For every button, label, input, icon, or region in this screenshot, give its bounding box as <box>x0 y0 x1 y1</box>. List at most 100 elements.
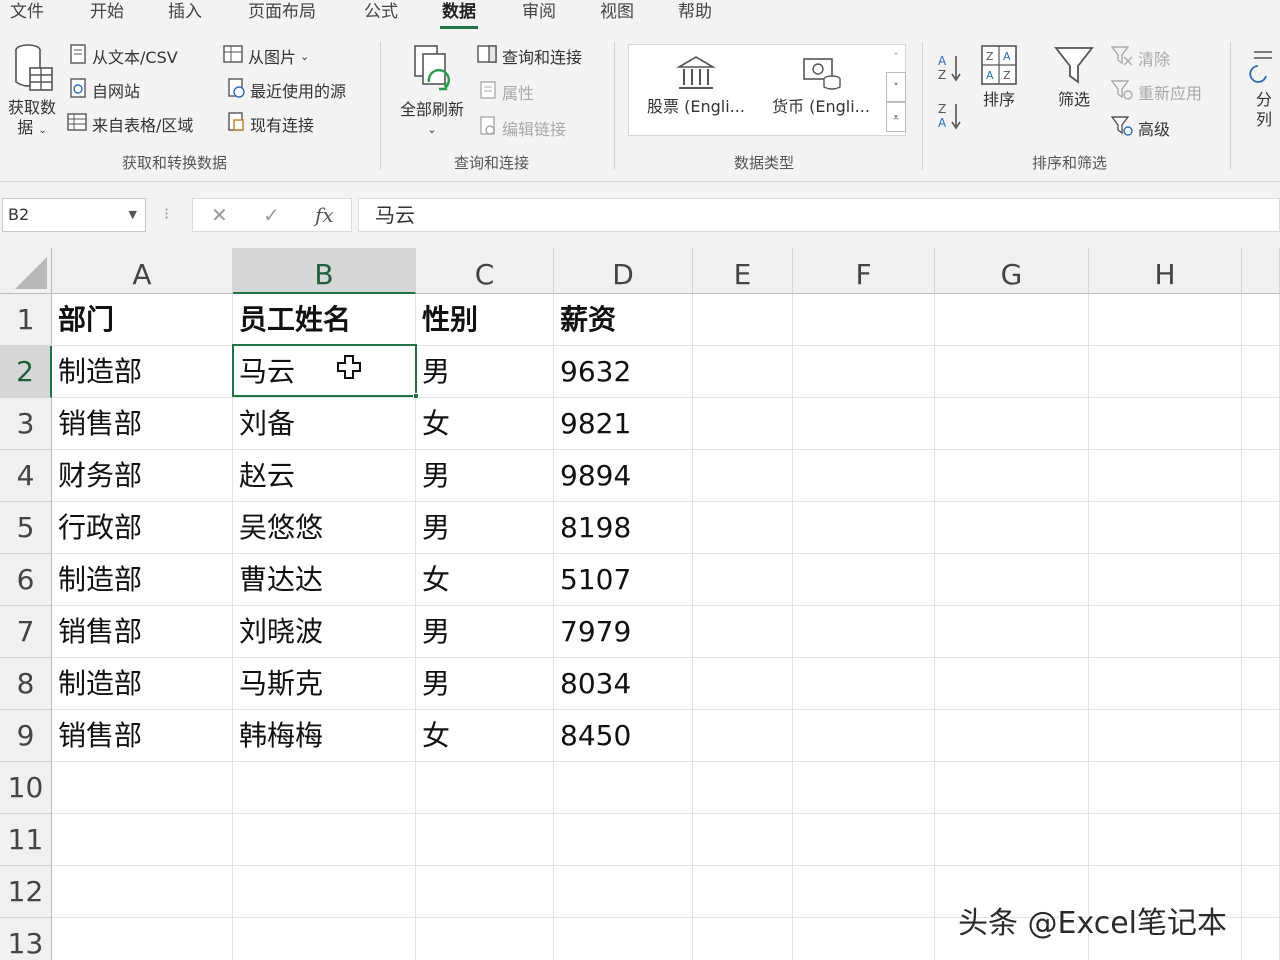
header-cell[interactable]: 薪资 <box>554 294 693 346</box>
cancel-icon[interactable]: ✕ <box>211 203 228 227</box>
table-cell[interactable]: 马云 <box>233 346 416 398</box>
stocks-button[interactable]: 股票 (Engli... <box>641 53 751 117</box>
empty-cell[interactable] <box>1089 346 1242 398</box>
row-header[interactable]: 1 <box>0 294 52 346</box>
from-web-button[interactable]: 自网站 <box>68 78 140 102</box>
table-cell[interactable]: 女 <box>416 554 554 606</box>
row-header[interactable]: 7 <box>0 606 52 658</box>
table-cell[interactable]: 女 <box>416 398 554 450</box>
empty-cell[interactable] <box>935 710 1089 762</box>
table-cell[interactable]: 男 <box>416 606 554 658</box>
empty-cell[interactable] <box>233 918 416 960</box>
table-cell[interactable]: 吴悠悠 <box>233 502 416 554</box>
tab-data[interactable]: 数据 <box>440 0 478 30</box>
empty-cell[interactable] <box>1242 918 1280 960</box>
row-header[interactable]: 12 <box>0 866 52 918</box>
empty-cell[interactable] <box>693 658 793 710</box>
from-picture-button[interactable]: 从图片 ⌄ <box>222 44 309 68</box>
empty-cell[interactable] <box>1242 502 1280 554</box>
table-cell[interactable]: 7979 <box>554 606 693 658</box>
column-header[interactable]: E <box>693 248 793 294</box>
empty-cell[interactable] <box>693 450 793 502</box>
column-header[interactable] <box>1242 248 1280 294</box>
empty-cell[interactable] <box>793 554 935 606</box>
row-header[interactable]: 4 <box>0 450 52 502</box>
empty-cell[interactable] <box>1089 450 1242 502</box>
empty-cell[interactable] <box>793 502 935 554</box>
empty-cell[interactable] <box>233 866 416 918</box>
empty-cell[interactable] <box>1242 658 1280 710</box>
empty-cell[interactable] <box>1089 398 1242 450</box>
queries-connections-button[interactable]: 查询和连接 <box>476 44 582 68</box>
empty-cell[interactable] <box>1242 398 1280 450</box>
empty-cell[interactable] <box>1089 658 1242 710</box>
header-cell[interactable]: 员工姓名 <box>233 294 416 346</box>
empty-cell[interactable] <box>693 502 793 554</box>
empty-cell[interactable] <box>693 294 793 346</box>
empty-cell[interactable] <box>1242 346 1280 398</box>
empty-cell[interactable] <box>1089 814 1242 866</box>
edit-links-button[interactable]: 编辑链接 <box>478 116 566 140</box>
empty-cell[interactable] <box>233 762 416 814</box>
formula-input[interactable]: 马云 <box>358 198 1280 232</box>
tab-view[interactable]: 视图 <box>598 0 636 30</box>
table-cell[interactable]: 刘备 <box>233 398 416 450</box>
empty-cell[interactable] <box>693 918 793 960</box>
empty-cell[interactable] <box>1089 554 1242 606</box>
gallery-up-icon[interactable]: ˄ <box>886 44 906 72</box>
empty-cell[interactable] <box>416 762 554 814</box>
table-cell[interactable]: 马斯克 <box>233 658 416 710</box>
chevron-down-icon[interactable]: ▼ <box>129 199 137 231</box>
table-cell[interactable]: 销售部 <box>52 710 233 762</box>
empty-cell[interactable] <box>416 918 554 960</box>
from-text-csv-button[interactable]: 从文本/CSV <box>68 44 178 68</box>
empty-cell[interactable] <box>52 814 233 866</box>
empty-cell[interactable] <box>52 918 233 960</box>
gallery-more-icon[interactable]: ⩡ <box>886 102 906 132</box>
empty-cell[interactable] <box>1242 762 1280 814</box>
table-cell[interactable]: 制造部 <box>52 658 233 710</box>
table-cell[interactable]: 9821 <box>554 398 693 450</box>
gallery-down-icon[interactable]: ˅ <box>886 72 906 102</box>
empty-cell[interactable] <box>935 554 1089 606</box>
header-cell[interactable]: 部门 <box>52 294 233 346</box>
empty-cell[interactable] <box>1242 450 1280 502</box>
empty-cell[interactable] <box>1089 606 1242 658</box>
empty-cell[interactable] <box>1089 762 1242 814</box>
table-cell[interactable]: 制造部 <box>52 346 233 398</box>
table-cell[interactable]: 男 <box>416 658 554 710</box>
table-cell[interactable]: 销售部 <box>52 606 233 658</box>
sort-button[interactable]: Z A A Z 排序 <box>974 44 1024 110</box>
empty-cell[interactable] <box>793 762 935 814</box>
empty-cell[interactable] <box>1242 866 1280 918</box>
empty-cell[interactable] <box>554 762 693 814</box>
row-header[interactable]: 8 <box>0 658 52 710</box>
empty-cell[interactable] <box>935 606 1089 658</box>
empty-cell[interactable] <box>935 294 1089 346</box>
table-cell[interactable]: 9894 <box>554 450 693 502</box>
table-cell[interactable]: 8198 <box>554 502 693 554</box>
table-cell[interactable]: 制造部 <box>52 554 233 606</box>
get-data-button[interactable]: 获取数 据 ⌄ <box>4 42 60 141</box>
clear-filter-button[interactable]: 清除 <box>1110 46 1170 70</box>
from-table-button[interactable]: 来自表格/区域 <box>66 112 193 136</box>
table-cell[interactable]: 女 <box>416 710 554 762</box>
empty-cell[interactable] <box>554 814 693 866</box>
empty-cell[interactable] <box>1242 294 1280 346</box>
empty-cell[interactable] <box>1242 710 1280 762</box>
table-cell[interactable]: 9632 <box>554 346 693 398</box>
empty-cell[interactable] <box>793 710 935 762</box>
row-header[interactable]: 10 <box>0 762 52 814</box>
table-cell[interactable]: 曹达达 <box>233 554 416 606</box>
column-header[interactable]: A <box>52 248 233 294</box>
empty-cell[interactable] <box>793 866 935 918</box>
empty-cell[interactable] <box>1242 606 1280 658</box>
empty-cell[interactable] <box>935 814 1089 866</box>
empty-cell[interactable] <box>693 814 793 866</box>
empty-cell[interactable] <box>52 866 233 918</box>
empty-cell[interactable] <box>416 866 554 918</box>
table-cell[interactable]: 男 <box>416 502 554 554</box>
row-header[interactable]: 2 <box>0 346 52 398</box>
empty-cell[interactable] <box>935 658 1089 710</box>
table-cell[interactable]: 销售部 <box>52 398 233 450</box>
